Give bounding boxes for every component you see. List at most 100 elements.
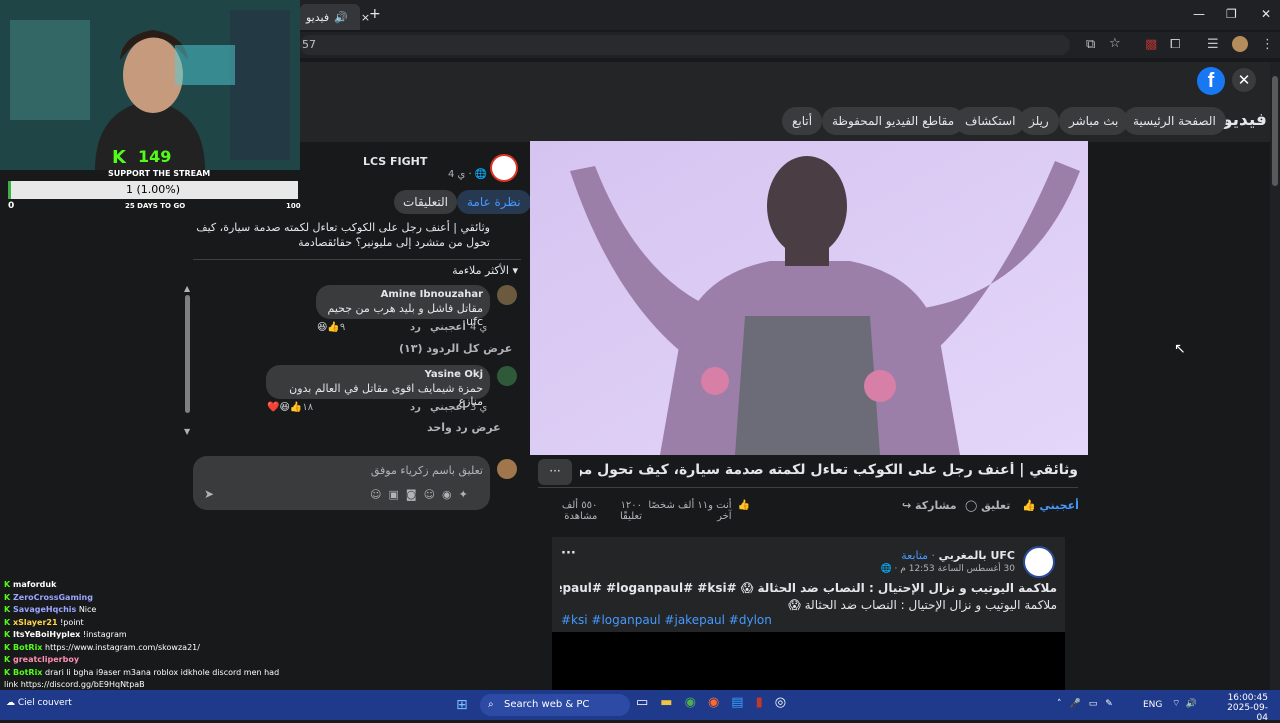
kick-logo-icon: K	[112, 147, 126, 168]
volume-icon[interactable]: 🔊	[1185, 699, 1201, 709]
more-options-button[interactable]: ···	[538, 459, 572, 485]
window-close-button[interactable]: ✕	[1261, 7, 1271, 21]
menu-kebab-icon[interactable]: ⋮	[1261, 37, 1274, 52]
feed-post-line2: ملاكمة اليوتيب و نزال الإحتيال : النصاب …	[788, 598, 1057, 612]
like-button[interactable]: 👍 أعجبني	[1022, 499, 1079, 512]
chip-following[interactable]: أتابع	[782, 107, 823, 135]
bookmark-star-icon[interactable]: ☆	[1109, 36, 1121, 51]
browser-tab[interactable]: فيديو 🔊 ×	[300, 4, 370, 30]
battery-icon[interactable]: ▭	[1089, 699, 1106, 709]
chat-message: K ZeroCrossGaming	[4, 592, 294, 605]
comment-reply-button[interactable]: رد	[410, 402, 421, 413]
taskbar-search[interactable]: ⌕ Search web & PC	[480, 694, 630, 716]
scroll-down-icon[interactable]: ▼	[184, 427, 190, 436]
chat-text: Nice	[76, 605, 97, 614]
reactions-summary[interactable]: أنت و١١ ألف شخصًا آخر	[648, 500, 731, 522]
ufc-page-avatar[interactable]	[1023, 546, 1055, 578]
new-tab-button[interactable]: +	[369, 6, 381, 22]
feed-post-video[interactable]	[552, 632, 1065, 690]
tab-overview[interactable]: نظرة عامة	[457, 190, 531, 214]
share-button[interactable]: ↪ مشاركة	[902, 499, 957, 512]
kick-badge-icon: K	[4, 605, 13, 614]
chip-explore[interactable]: استكشاف	[955, 107, 1026, 135]
commenter-avatar[interactable]	[497, 285, 517, 305]
feed-more-button[interactable]: ···	[561, 546, 576, 561]
mic-icon[interactable]: 🎤	[1070, 699, 1089, 709]
stream-chat: K maforduk K ZeroCrossGaming K SavageHqc…	[4, 579, 294, 704]
media-queue-icon[interactable]: ☰	[1207, 37, 1219, 52]
vscode-icon[interactable]: ▤	[731, 695, 755, 710]
chevron-up-icon[interactable]: ˄	[1057, 699, 1070, 709]
extension-icon[interactable]: ▩	[1145, 37, 1157, 52]
comment-input[interactable]: تعليق باسم زكرياء موفق	[200, 464, 483, 477]
extensions-puzzle-icon[interactable]: ⧠	[1170, 37, 1180, 52]
chat-message: K BotRix drari li bgha i9aser m3ana robl…	[4, 667, 294, 692]
taskbar-apps: ▭▬◉◉▤▮◎	[636, 695, 798, 710]
view-replies-link[interactable]: عرض رد واحد	[427, 421, 501, 434]
comment-like-button[interactable]: أعجبني	[430, 402, 466, 413]
comment-reply-button[interactable]: رد	[410, 322, 421, 333]
close-viewer-button[interactable]: ✕	[1232, 68, 1256, 92]
page-scroll-thumb[interactable]	[1272, 76, 1278, 186]
chat-text: https://www.instagram.com/skowza21/	[42, 642, 200, 652]
scroll-thumb[interactable]	[184, 295, 190, 413]
search-icon: ⌕	[488, 699, 494, 710]
address-bar[interactable]: 57	[300, 35, 1070, 55]
chrome-icon[interactable]: ◉	[685, 695, 708, 710]
chat-username: xSlayer21	[12, 617, 58, 627]
composer-tools[interactable]: ☺▣◙☺◉✦	[370, 488, 475, 501]
comments-scrollbar[interactable]: ▲ ▼	[184, 284, 190, 436]
browser-icon[interactable]: ◉	[708, 695, 731, 710]
network-sound-icons[interactable]: ⌔🔊	[1172, 698, 1202, 709]
emoji-icon[interactable]: ☺	[424, 488, 442, 501]
feed-post-hashtags[interactable]: #ksi #loganpaul #jakepaul #dylon	[561, 613, 772, 627]
wifi-icon[interactable]: ⌔	[1172, 699, 1185, 709]
comment-button[interactable]: ◯ تعليق	[965, 499, 1010, 512]
system-tray-icons[interactable]: ˄🎤▭✎	[1057, 699, 1121, 709]
comment-author[interactable]: Amine Ibnouzahar	[320, 289, 483, 300]
comments-count[interactable]: ١٢٠٠ تعليقًا	[603, 500, 642, 522]
effects-icon[interactable]: ✦	[459, 488, 475, 501]
sticker-icon[interactable]: ☺	[370, 488, 388, 501]
follow-button[interactable]: · متابعة	[901, 549, 935, 562]
chip-home[interactable]: الصفحة الرئيسية	[1123, 107, 1226, 135]
send-icon[interactable]: ➤	[204, 487, 214, 501]
chip-saved-videos[interactable]: مقاطع الفيديو المحفوظة	[822, 107, 965, 135]
view-replies-link[interactable]: عرض كل الردود (١٣)	[399, 342, 512, 355]
clock[interactable]: 16:00:45 2025-09-04	[1226, 693, 1268, 723]
task-view-icon[interactable]: ▭	[636, 695, 660, 710]
feed-post-line1: ملاكمة اليوتيب و نزال الإحتيال : النصاب …	[560, 581, 1057, 595]
avatar-sticker-icon[interactable]: ◉	[442, 488, 459, 501]
language-indicator[interactable]: ENG	[1143, 700, 1162, 710]
chip-live[interactable]: بث مباشر	[1059, 107, 1129, 135]
install-icon[interactable]: ⧉	[1086, 37, 1095, 52]
sort-comments-dropdown[interactable]: ▾ الأكثر ملاءمة	[400, 264, 518, 277]
commenter-avatar[interactable]	[497, 366, 517, 386]
profile-avatar[interactable]	[1232, 36, 1248, 52]
pen-icon[interactable]: ✎	[1105, 699, 1121, 709]
gif-icon[interactable]: ▣	[388, 488, 405, 501]
maximize-button[interactable]: ❐	[1226, 7, 1237, 21]
weather-widget[interactable]: ☁ Ciel couvert	[6, 698, 72, 708]
start-button[interactable]: ⊞	[456, 697, 468, 713]
video-headline: وثائقي | أعنف رجل على الكوكب تعاءل لكمته…	[580, 462, 1078, 478]
facebook-logo-icon[interactable]: f	[1197, 67, 1225, 95]
video-player[interactable]	[530, 141, 1088, 455]
chat-username: BotRix	[12, 642, 43, 652]
page-name[interactable]: LCS FIGHT	[363, 155, 427, 168]
file-explorer-icon[interactable]: ▬	[660, 695, 684, 710]
obs-icon[interactable]: ◎	[775, 695, 798, 710]
comment-like-button[interactable]: أعجبني	[430, 322, 466, 333]
app-icon[interactable]: ▮	[756, 695, 775, 710]
comment-reactions[interactable]: 😆👍٩	[317, 322, 345, 333]
comment-author[interactable]: Yasine Okj	[270, 369, 483, 380]
page-avatar[interactable]	[490, 154, 518, 182]
scroll-up-icon[interactable]: ▲	[184, 284, 190, 293]
camera-icon[interactable]: ◙	[406, 488, 424, 501]
tab-comments[interactable]: التعليقات	[394, 190, 458, 214]
minimize-button[interactable]: —	[1193, 7, 1205, 21]
goal-bar: 1 (1.00%)	[8, 181, 298, 199]
feed-page-name[interactable]: UFC بالمغربي	[939, 549, 1015, 562]
goal-text: 1 (1.00%)	[125, 183, 181, 196]
comment-reactions[interactable]: ❤️😆👍١٨	[267, 402, 313, 413]
